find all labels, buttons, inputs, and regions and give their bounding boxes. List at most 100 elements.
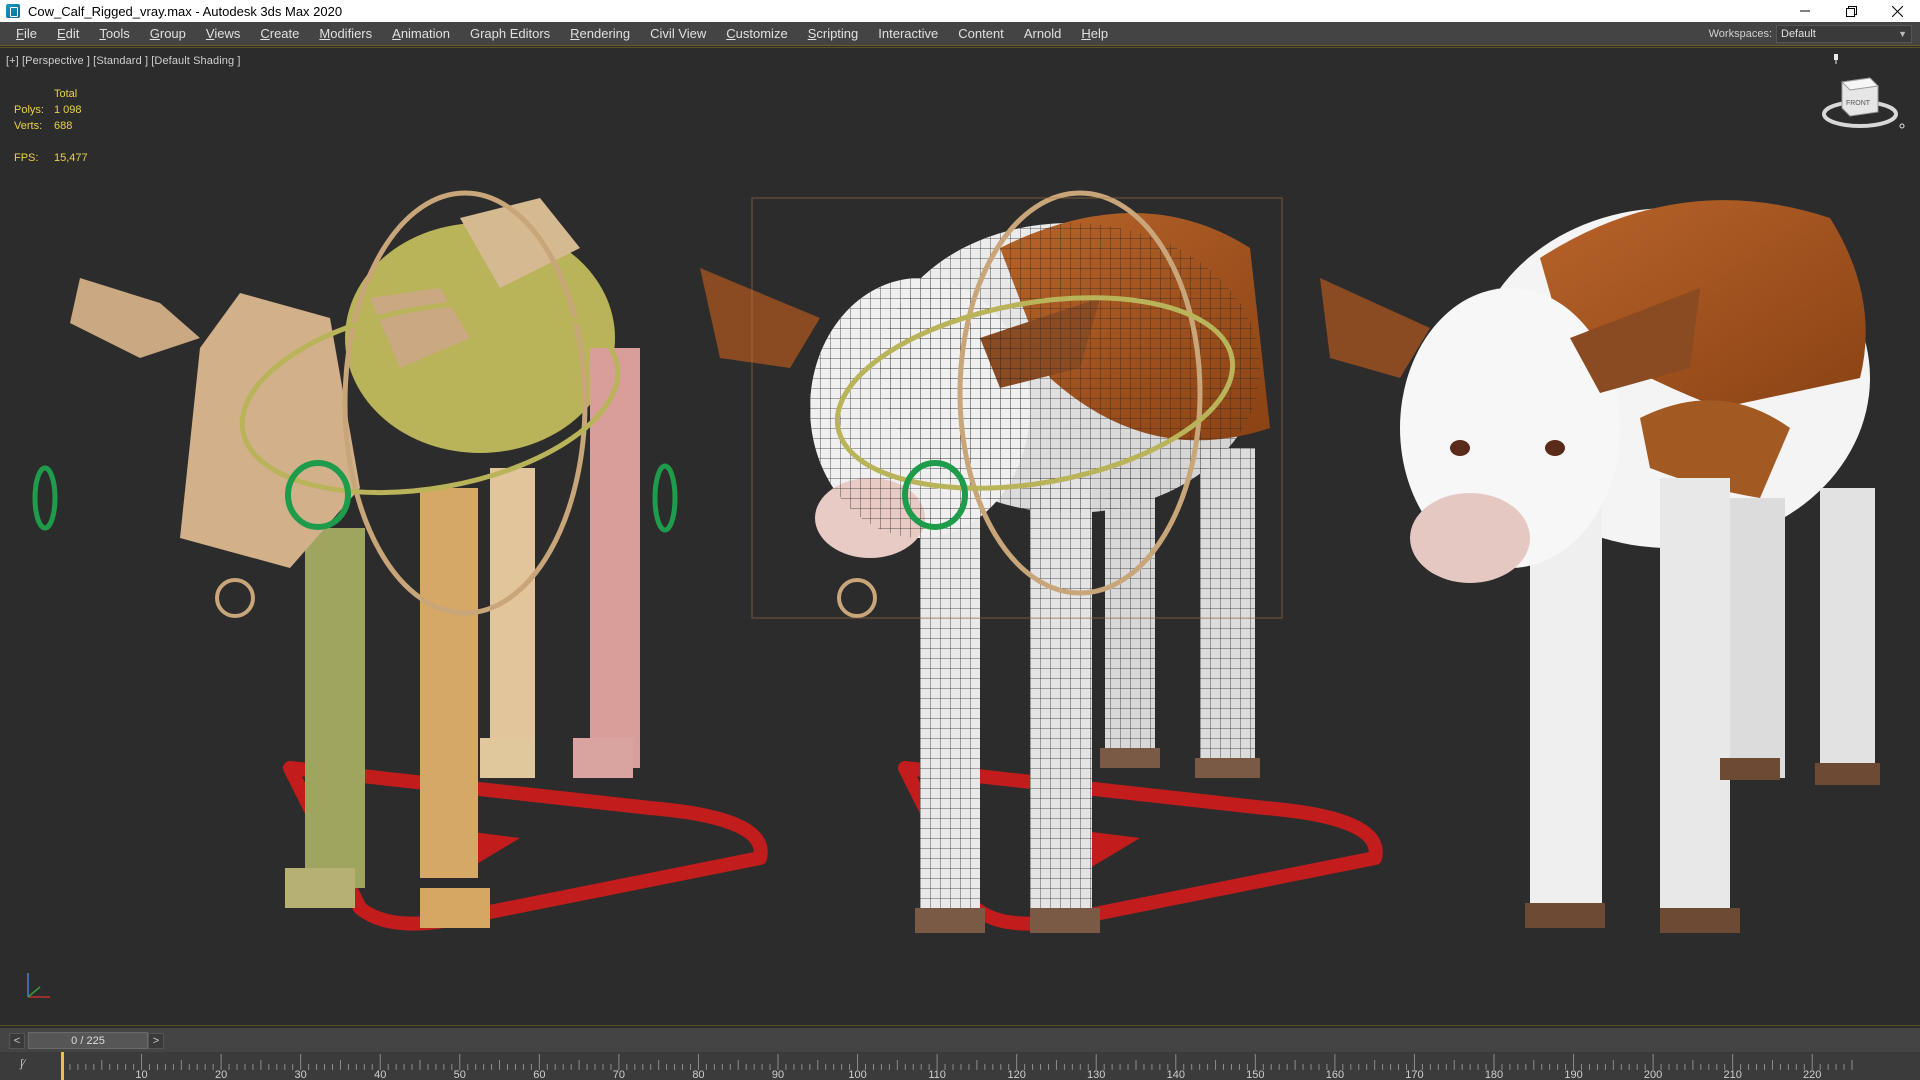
- 3ds-max-icon[interactable]: [6, 4, 20, 18]
- menu-create[interactable]: Create: [250, 22, 309, 46]
- menu-label: reate: [269, 25, 300, 41]
- menu-help[interactable]: Help: [1071, 22, 1118, 46]
- menu-file[interactable]: File: [6, 22, 47, 46]
- workspace-select[interactable]: Default ▼: [1776, 24, 1912, 43]
- time-slider-prev-button[interactable]: <: [9, 1033, 25, 1049]
- window-controls: [1782, 0, 1920, 22]
- ruler-tick-label: 200: [1644, 1069, 1662, 1080]
- menu-mnemonic: C: [260, 25, 270, 41]
- menu-mnemonic: E: [56, 25, 66, 41]
- minimize-icon[interactable]: [1782, 0, 1828, 22]
- menu-label: Civil View: [650, 25, 707, 41]
- ruler-tick-label: 70: [613, 1069, 625, 1080]
- restore-icon[interactable]: [1828, 0, 1874, 22]
- ruler-tick-label: 110: [928, 1069, 946, 1080]
- ruler-tick-label: 190: [1564, 1069, 1582, 1080]
- wireframe-calf[interactable]: [700, 190, 1383, 933]
- menu-label: Content: [958, 25, 1004, 41]
- menu-label: odifiers: [330, 25, 373, 41]
- stats-fps-label: FPS:: [14, 152, 39, 164]
- ruler-tick-label: 180: [1485, 1069, 1503, 1080]
- current-frame-marker[interactable]: [61, 1052, 64, 1080]
- menu-label: Interactive: [878, 25, 939, 41]
- ruler-tick-label: 220: [1803, 1069, 1821, 1080]
- menu-mnemonic: G: [149, 25, 160, 41]
- time-slider-thumb[interactable]: 0 / 225: [28, 1032, 148, 1049]
- viewcube-icon[interactable]: FRONT: [1818, 52, 1908, 152]
- menu-items: File Edit Tools Group Views Create Modifiers An…: [0, 22, 1709, 46]
- box-rig-calf[interactable]: [32, 190, 768, 931]
- close-icon[interactable]: [1874, 0, 1920, 22]
- menu-label: roup: [159, 25, 186, 41]
- timeline: < 0 / 225 > ∫∕ 10 20 30 40 50 60 70 80 90 100 110 1…: [0, 1028, 1920, 1080]
- viewport-statistics: Total Polys: 1 098 Verts: 688 FPS: 15,477: [14, 86, 88, 166]
- menu-customize[interactable]: Customize: [716, 22, 797, 46]
- menu-label: elp: [1090, 25, 1109, 41]
- menu-label: iews: [214, 25, 241, 41]
- menu-label: nimation: [400, 25, 450, 41]
- stats-fps-value: 15,477: [54, 152, 88, 164]
- title-bar: Cow_Calf_Rigged_vray.max - Autodesk 3ds …: [0, 0, 1920, 22]
- menu-label: ustomize: [735, 25, 788, 41]
- menu-mnemonic: F: [16, 25, 24, 41]
- ruler-tick-label: 80: [692, 1069, 704, 1080]
- ruler-tick-label: 30: [295, 1069, 307, 1080]
- perspective-viewport[interactable]: [+] [Perspective ] [Standard ] [Default …: [0, 47, 1920, 1026]
- ruler-tick-label: 170: [1405, 1069, 1423, 1080]
- ruler-tick-label: 130: [1087, 1069, 1105, 1080]
- menu-mnemonic: R: [570, 25, 580, 41]
- menu-civil-view[interactable]: Civil View: [640, 22, 716, 46]
- ruler-tick-label: 100: [848, 1069, 866, 1080]
- ruler-tick-label: 50: [454, 1069, 466, 1080]
- viewport-label[interactable]: [+] [Perspective ] [Standard ] [Default …: [6, 55, 241, 67]
- menu-scripting[interactable]: Scripting: [798, 22, 869, 46]
- menu-edit[interactable]: Edit: [47, 22, 89, 46]
- chevron-down-icon: ▼: [1898, 28, 1907, 39]
- menu-label: endering: [579, 25, 631, 41]
- scene-render[interactable]: [0, 48, 1920, 1026]
- stats-verts-label: Verts:: [14, 120, 43, 132]
- menu-label: ools: [105, 25, 130, 41]
- viewcube-face-label: FRONT: [1846, 100, 1871, 107]
- menu-tools[interactable]: Tools: [89, 22, 139, 46]
- stats-polys-label: Polys:: [14, 104, 44, 116]
- stats-total-label: Total: [54, 88, 78, 100]
- menu-mnemonic: A: [392, 25, 401, 41]
- menu-graph-editors[interactable]: Graph Editors: [460, 22, 560, 46]
- menu-mnemonic: M: [319, 25, 331, 41]
- menu-label: Arnold: [1023, 25, 1062, 41]
- menu-rendering[interactable]: Rendering: [560, 22, 640, 46]
- menu-label: ile: [23, 25, 37, 41]
- ruler-tick-label: 120: [1007, 1069, 1025, 1080]
- time-slider-next-button[interactable]: >: [148, 1033, 164, 1049]
- curve-editor-toggle-icon[interactable]: ∫∕: [20, 1058, 40, 1074]
- workspace-value: Default: [1781, 27, 1816, 40]
- menu-content[interactable]: Content: [948, 22, 1014, 46]
- ruler-tick-label: 140: [1167, 1069, 1185, 1080]
- menu-interactive[interactable]: Interactive: [868, 22, 948, 46]
- menu-group[interactable]: Group: [140, 22, 196, 46]
- ruler-tick-label: 40: [374, 1069, 386, 1080]
- ruler-tick-label: 150: [1246, 1069, 1264, 1080]
- menu-animation[interactable]: Animation: [382, 22, 460, 46]
- trackbar[interactable]: ∫∕ 10 20 30 40 50 60 70 80 90 100 110 120 130 140 150 1…: [0, 1052, 1920, 1080]
- ruler-tick-label: 90: [772, 1069, 784, 1080]
- menu-views[interactable]: Views: [196, 22, 250, 46]
- menu-modifiers[interactable]: Modifiers: [309, 22, 382, 46]
- workspace-label: Workspaces:: [1708, 27, 1772, 40]
- menu-arnold[interactable]: Arnold: [1014, 22, 1072, 46]
- menu-label: dit: [65, 25, 80, 41]
- stats-polys-value: 1 098: [54, 104, 82, 116]
- window-title: Cow_Calf_Rigged_vray.max - Autodesk 3ds …: [28, 3, 343, 19]
- menu-bar: File Edit Tools Group Views Create Modifiers An…: [0, 22, 1920, 46]
- frame-ruler[interactable]: 10 20 30 40 50 60 70 80 90 100 110 120 130 140 150 160 1…: [60, 1052, 1870, 1080]
- rendered-calf[interactable]: [1320, 200, 1880, 933]
- workspace-switcher: Workspaces: Default ▼: [1709, 22, 1920, 46]
- time-slider[interactable]: < 0 / 225 >: [0, 1028, 1920, 1052]
- menu-label: Graph Editors: [469, 25, 551, 41]
- axis-tripod-icon: [27, 973, 50, 998]
- menu-mnemonic: H: [1081, 25, 1091, 41]
- ruler-tick-label: 160: [1326, 1069, 1344, 1080]
- ruler-tick-label: 60: [533, 1069, 545, 1080]
- stats-verts-value: 688: [54, 120, 73, 132]
